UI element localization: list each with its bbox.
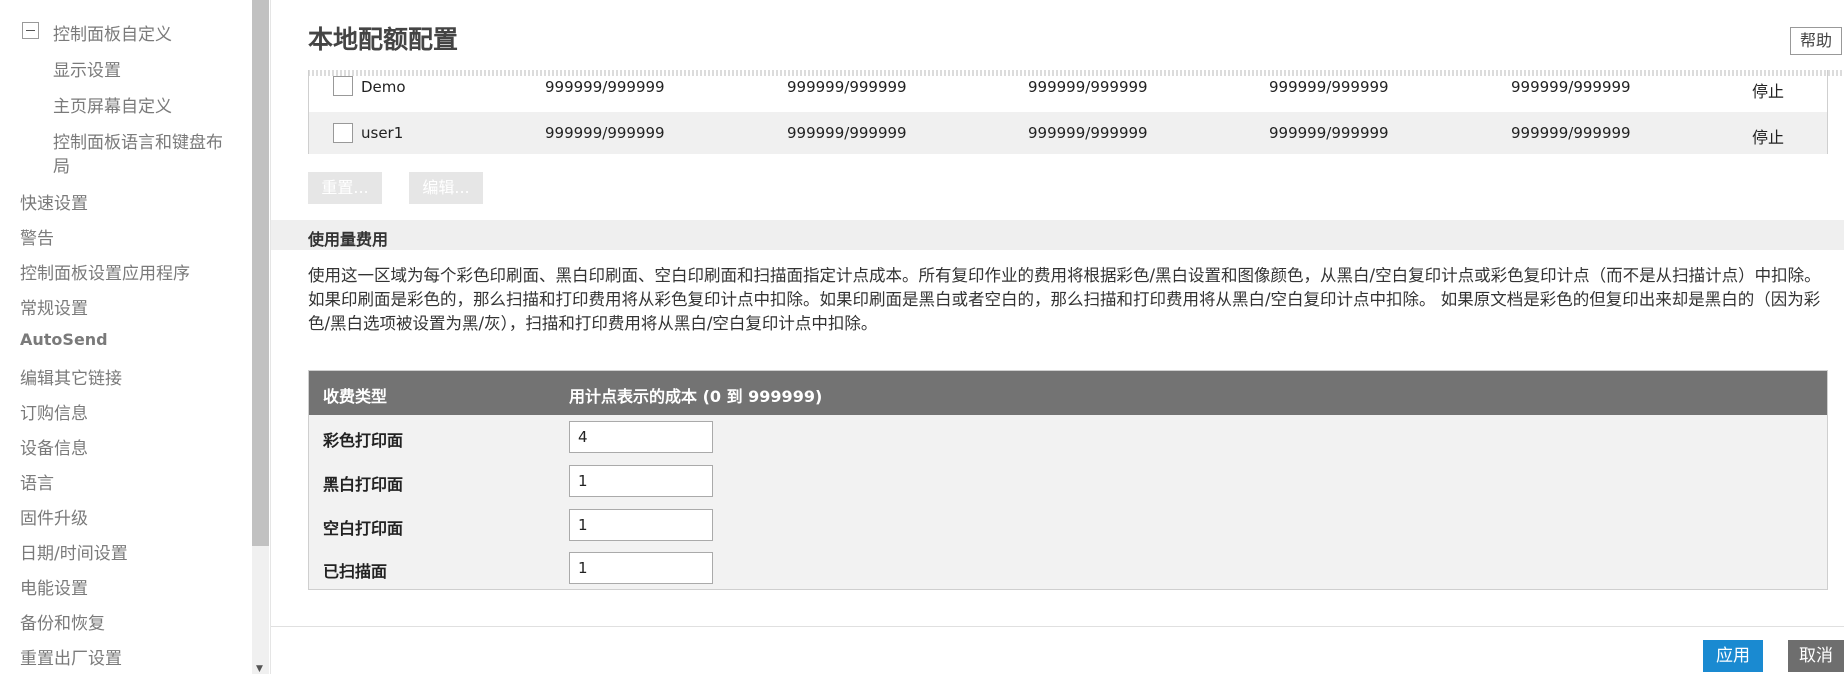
quota-value: 999999/999999 xyxy=(1511,78,1631,96)
footer-divider xyxy=(271,626,1844,627)
sidebar-item-display[interactable]: 显示设置 xyxy=(53,56,121,81)
sidebar-item-device-info[interactable]: 设备信息 xyxy=(20,434,88,459)
color-cost-input[interactable] xyxy=(569,421,713,453)
quota-value: 999999/999999 xyxy=(1028,78,1148,96)
cost-table: 收费类型 用计点表示的成本 (0 到 999999) 彩色打印面 黑白打印面 空… xyxy=(308,370,1828,590)
blank-cost-input[interactable] xyxy=(569,509,713,541)
user-quota-table: Demo 999999/999999 999999/999999 999999/… xyxy=(308,70,1828,154)
table-row: Demo 999999/999999 999999/999999 999999/… xyxy=(309,70,1827,112)
sidebar-item-order-info[interactable]: 订购信息 xyxy=(20,399,88,424)
section-description: 使用这一区域为每个彩色印刷面、黑白印刷面、空白印刷面和扫描面指定计点成本。所有复… xyxy=(308,266,1821,333)
cancel-button[interactable]: 取消 xyxy=(1788,640,1844,672)
sidebar-item-autosend[interactable]: AutoSend xyxy=(20,330,108,349)
section-header-bar xyxy=(271,220,1844,250)
page-title: 本地配额配置 xyxy=(308,25,459,54)
quota-value: 999999/999999 xyxy=(1269,78,1389,96)
sidebar-item-language-keyboard[interactable]: 控制面板语言和键盘布 xyxy=(53,128,223,153)
sidebar-item-language-keyboard-cont[interactable]: 局 xyxy=(53,152,70,177)
scanned-cost-input[interactable] xyxy=(569,552,713,584)
cost-table-header: 收费类型 用计点表示的成本 (0 到 999999) xyxy=(309,371,1827,415)
quota-value: 999999/999999 xyxy=(787,78,907,96)
sidebar-item-panel-apps[interactable]: 控制面板设置应用程序 xyxy=(20,259,190,284)
sidebar-item-general[interactable]: 常规设置 xyxy=(20,294,88,319)
status-text: 停止 xyxy=(1752,82,1785,101)
quota-value: 999999/999999 xyxy=(545,78,665,96)
quota-value: 999999/999999 xyxy=(1511,124,1631,142)
mono-cost-input[interactable] xyxy=(569,465,713,497)
sidebar-item-backup[interactable]: 备份和恢复 xyxy=(20,609,105,634)
cost-label-blank: 空白打印面 xyxy=(323,519,404,538)
row-checkbox[interactable] xyxy=(333,76,353,96)
sidebar-item-quick-settings[interactable]: 快速设置 xyxy=(20,189,88,214)
sidebar: 控制面板自定义 显示设置 主页屏幕自定义 控制面板语言和键盘布 局 快速设置 警… xyxy=(0,0,252,674)
section-title: 使用量费用 xyxy=(308,230,389,249)
row-checkbox[interactable] xyxy=(333,123,353,143)
cost-label-color: 彩色打印面 xyxy=(323,431,404,450)
user-name: user1 xyxy=(361,124,404,142)
col-header-type: 收费类型 xyxy=(323,387,388,406)
quota-value: 999999/999999 xyxy=(1028,124,1148,142)
sidebar-item-other-links[interactable]: 编辑其它链接 xyxy=(20,364,122,389)
quota-value: 999999/999999 xyxy=(1269,124,1389,142)
status-text: 停止 xyxy=(1752,128,1785,147)
sidebar-item-power[interactable]: 电能设置 xyxy=(20,574,88,599)
cost-label-scanned: 已扫描面 xyxy=(323,562,388,581)
sidebar-scrollbar-thumb[interactable] xyxy=(252,0,269,546)
sidebar-item-datetime[interactable]: 日期/时间设置 xyxy=(20,539,128,564)
sidebar-item-factory-reset[interactable]: 重置出厂设置 xyxy=(20,644,122,669)
sidebar-group-panel-custom[interactable]: 控制面板自定义 xyxy=(53,20,172,45)
cost-label-mono: 黑白打印面 xyxy=(323,475,404,494)
sidebar-item-firmware[interactable]: 固件升级 xyxy=(20,504,88,529)
quota-value: 999999/999999 xyxy=(787,124,907,142)
table-row: user1 999999/999999 999999/999999 999999… xyxy=(309,112,1827,154)
col-header-cost: 用计点表示的成本 (0 到 999999) xyxy=(569,387,823,406)
sidebar-item-home-screen[interactable]: 主页屏幕自定义 xyxy=(53,92,172,117)
sidebar-item-language[interactable]: 语言 xyxy=(20,469,54,494)
scroll-down-arrow-icon[interactable]: ▼ xyxy=(256,664,263,674)
collapse-icon[interactable] xyxy=(22,22,39,39)
help-button[interactable]: 帮助 xyxy=(1790,27,1842,55)
apply-button[interactable]: 应用 xyxy=(1703,640,1763,672)
sidebar-item-alerts[interactable]: 警告 xyxy=(20,224,54,249)
quota-value: 999999/999999 xyxy=(545,124,665,142)
edit-button[interactable]: 编辑... xyxy=(409,172,483,204)
sidebar-divider xyxy=(270,0,271,674)
user-name: Demo xyxy=(361,78,406,96)
reset-button[interactable]: 重置... xyxy=(308,172,382,204)
